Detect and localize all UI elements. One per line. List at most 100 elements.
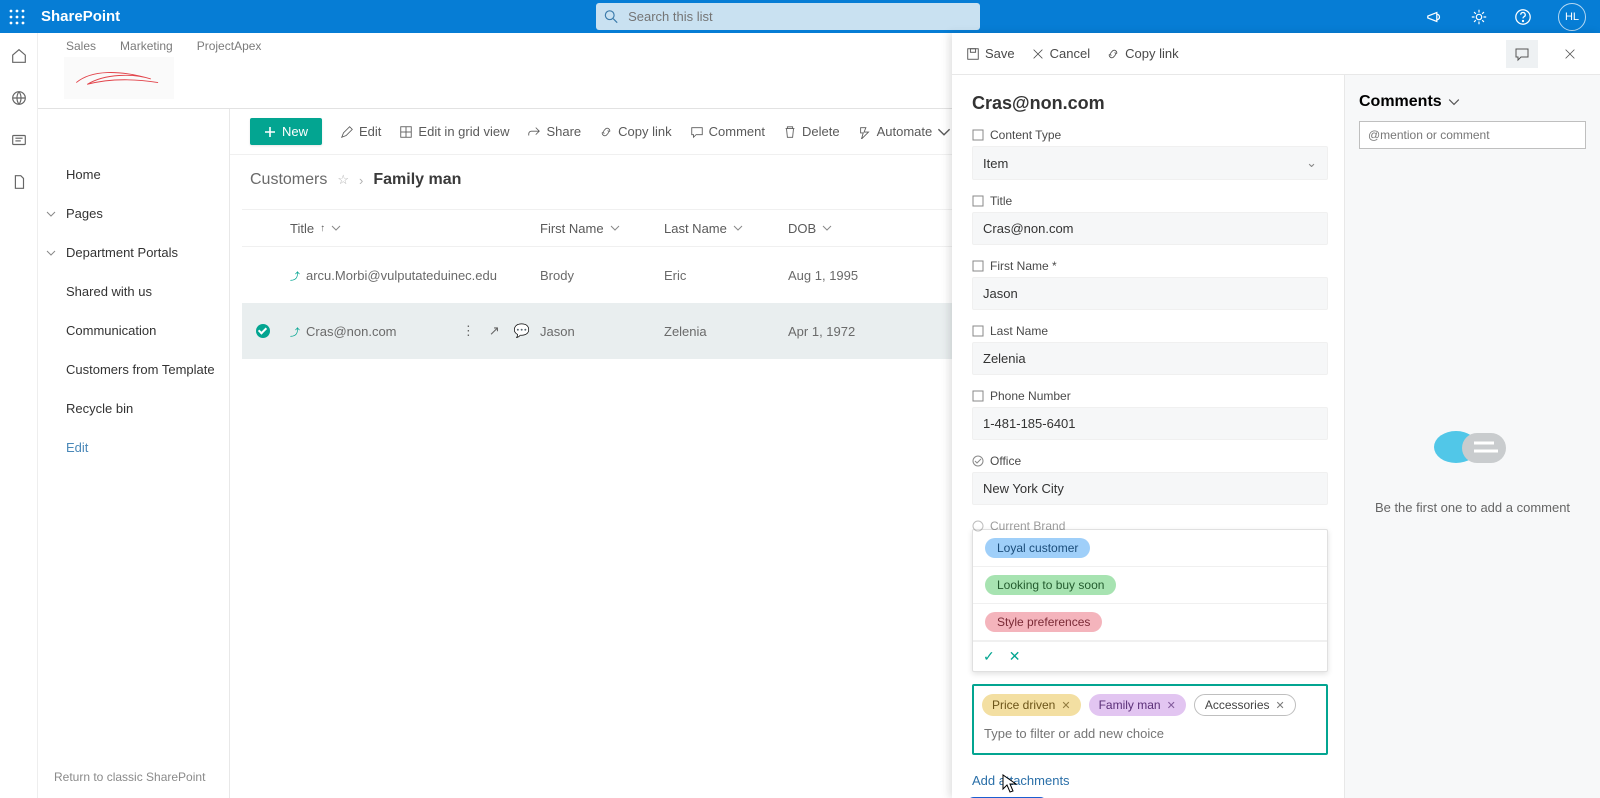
- col-dob[interactable]: DOB: [788, 221, 918, 236]
- news-icon[interactable]: [10, 131, 28, 149]
- phone-input[interactable]: 1-481-185-6401: [972, 407, 1328, 440]
- first-name-input[interactable]: Jason: [972, 277, 1328, 310]
- chevron-down-icon: [46, 248, 56, 258]
- megaphone-icon[interactable]: [1426, 8, 1444, 26]
- col-last[interactable]: Last Name: [664, 221, 788, 236]
- panel-comments-toggle[interactable]: [1506, 40, 1538, 68]
- hub-link-projectapex[interactable]: ProjectApex: [197, 39, 262, 53]
- choice-option[interactable]: Style preferences: [973, 604, 1327, 641]
- remove-tag-icon[interactable]: ✕: [1276, 699, 1285, 712]
- chevron-down-icon: [937, 125, 951, 139]
- nav-customers-template[interactable]: Customers from Template: [38, 350, 229, 389]
- row-more-icon[interactable]: ⋮: [462, 323, 475, 339]
- last-name-input[interactable]: Zelenia: [972, 342, 1328, 375]
- row-comment-icon[interactable]: 💬: [514, 323, 530, 339]
- search-input[interactable]: [626, 8, 972, 25]
- chevron-down-icon: ⌄: [1306, 155, 1317, 171]
- panel-heading: Cras@non.com: [972, 93, 1328, 114]
- item-form: Cras@non.com Content Type Item⌄ Title Cr…: [952, 75, 1344, 798]
- help-icon[interactable]: [1514, 8, 1532, 26]
- tag: Price driven✕: [982, 694, 1081, 716]
- cell-title: arcu.Morbi@vulputateduinec.edu: [306, 268, 497, 283]
- nav-edit-link[interactable]: Edit: [38, 428, 229, 467]
- site-logo[interactable]: [64, 57, 174, 99]
- search-icon: [604, 9, 618, 24]
- favorite-icon[interactable]: ☆: [337, 172, 349, 188]
- nav-communication[interactable]: Communication: [38, 311, 229, 350]
- suite-bar: SharePoint HL: [0, 0, 1600, 33]
- label-phone: Phone Number: [972, 389, 1328, 403]
- confirm-icon[interactable]: ✓: [983, 648, 995, 665]
- chevron-right-icon: ›: [359, 173, 363, 188]
- site-nav: Home Pages Department Portals Shared wit…: [38, 109, 230, 798]
- automate-cmd[interactable]: Automate: [858, 124, 952, 139]
- panel-cancel-cmd[interactable]: Cancel: [1031, 46, 1090, 61]
- app-rail: [0, 33, 38, 798]
- nav-shared[interactable]: Shared with us: [38, 272, 229, 311]
- content-type-select[interactable]: Item⌄: [972, 146, 1328, 180]
- nav-home[interactable]: Home: [38, 155, 229, 194]
- share-cmd[interactable]: Share: [527, 124, 581, 139]
- grid-cmd[interactable]: Edit in grid view: [399, 124, 509, 139]
- office-input[interactable]: New York City: [972, 472, 1328, 505]
- cancel-icon[interactable]: ✕: [1009, 648, 1021, 665]
- add-attachments-link[interactable]: Add attachments: [972, 773, 1328, 788]
- comment-cmd[interactable]: Comment: [690, 124, 765, 139]
- cell-first: Jason: [540, 324, 664, 339]
- label-current-brand: Current Brand: [972, 519, 1328, 533]
- nav-dept-portals[interactable]: Department Portals: [38, 233, 229, 272]
- panel-copylink-cmd[interactable]: Copy link: [1106, 46, 1178, 61]
- nav-pages[interactable]: Pages: [38, 194, 229, 233]
- panel-save-cmd[interactable]: Save: [966, 46, 1015, 61]
- cell-last: Eric: [664, 268, 788, 283]
- globe-icon[interactable]: [10, 89, 28, 107]
- gear-icon[interactable]: [1470, 8, 1488, 26]
- cell-title: Cras@non.com: [306, 324, 397, 339]
- col-title[interactable]: Title ↑: [290, 221, 540, 236]
- edit-cmd[interactable]: Edit: [340, 124, 381, 139]
- search-box[interactable]: [596, 3, 980, 30]
- row-check-icon[interactable]: [256, 324, 270, 338]
- comment-input[interactable]: @mention or comment: [1359, 121, 1586, 149]
- empty-comments-icon: [1428, 419, 1518, 482]
- tag-input[interactable]: [982, 722, 1318, 745]
- chevron-down-icon[interactable]: [1448, 96, 1460, 108]
- new-button[interactable]: New: [250, 118, 322, 145]
- title-input[interactable]: Cras@non.com: [972, 212, 1328, 245]
- cell-first: Brody: [540, 268, 664, 283]
- label-first-name: First Name *: [972, 259, 1328, 273]
- comments-heading: Comments: [1359, 93, 1586, 111]
- user-avatar[interactable]: HL: [1558, 3, 1586, 31]
- row-share-icon[interactable]: ↗: [489, 323, 500, 339]
- view-name[interactable]: Family man: [373, 171, 461, 189]
- new-button-label: New: [282, 124, 308, 139]
- hub-link-sales[interactable]: Sales: [66, 39, 96, 53]
- chevron-down-icon: [46, 209, 56, 219]
- remove-tag-icon[interactable]: ✕: [1061, 699, 1070, 712]
- panel-command-bar: Save Cancel Copy link: [952, 33, 1600, 75]
- delete-cmd[interactable]: Delete: [783, 124, 840, 139]
- panel-close-icon[interactable]: [1554, 40, 1586, 68]
- files-icon[interactable]: [10, 173, 28, 191]
- list-name[interactable]: Customers: [250, 171, 327, 189]
- item-panel: Save Cancel Copy link Cras@non.com Conte…: [952, 33, 1600, 798]
- home-icon[interactable]: [10, 47, 28, 65]
- cell-dob: Apr 1, 1972: [788, 324, 918, 339]
- classic-link[interactable]: Return to classic SharePoint: [54, 770, 205, 784]
- remove-tag-icon[interactable]: ✕: [1167, 699, 1176, 712]
- tag-editor[interactable]: Price driven✕ Family man✕ Accessories✕: [972, 684, 1328, 755]
- choice-option[interactable]: Looking to buy soon: [973, 567, 1327, 604]
- nav-recycle-bin[interactable]: Recycle bin: [38, 389, 229, 428]
- label-last-name: Last Name: [972, 324, 1328, 338]
- choice-suggestions: Loyal customer Looking to buy soon Style…: [972, 529, 1328, 672]
- label-title: Title: [972, 194, 1328, 208]
- choice-option[interactable]: Loyal customer: [973, 530, 1327, 567]
- hub-link-marketing[interactable]: Marketing: [120, 39, 173, 53]
- empty-comments-text: Be the first one to add a comment: [1375, 500, 1570, 515]
- brand-label[interactable]: SharePoint: [41, 8, 120, 25]
- cell-last: Zelenia: [664, 324, 788, 339]
- copylink-cmd[interactable]: Copy link: [599, 124, 671, 139]
- app-launcher-icon[interactable]: [0, 0, 33, 33]
- plus-icon: [264, 126, 276, 138]
- col-first[interactable]: First Name: [540, 221, 664, 236]
